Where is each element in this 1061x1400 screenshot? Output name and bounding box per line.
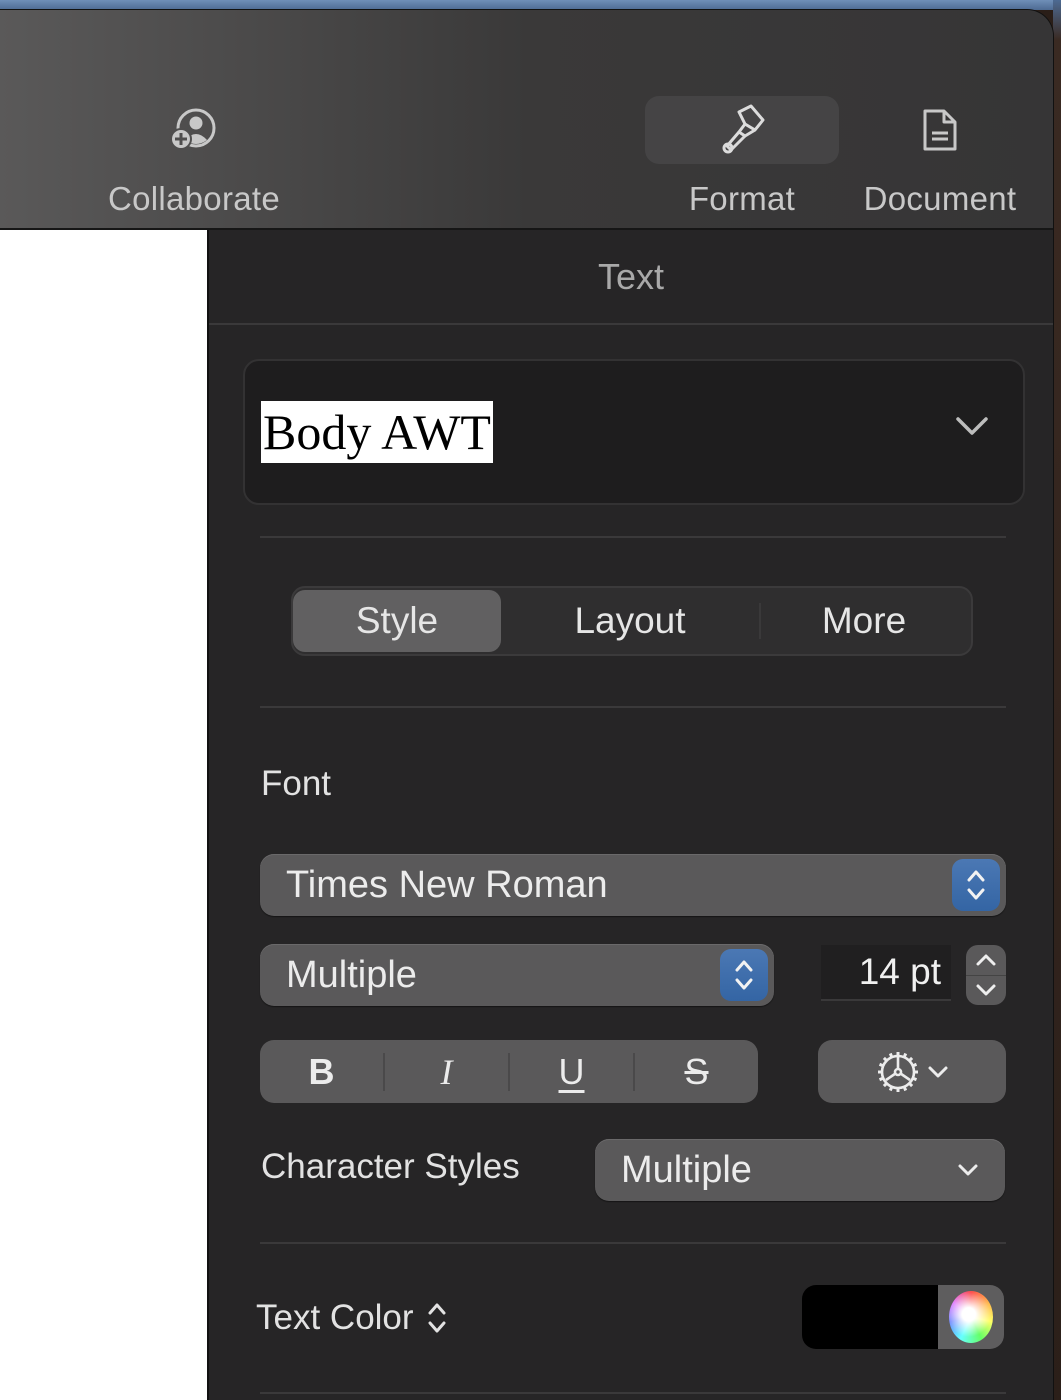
tab-style[interactable]: Style (293, 590, 501, 652)
text-style-buttons: B I U S (260, 1040, 758, 1103)
italic-label: I (440, 1051, 453, 1092)
pages-window: Collaborate Format Document Text Body AW… (0, 10, 1053, 1400)
font-family-popup[interactable]: Times New Roman (260, 854, 1006, 916)
text-color-swatch[interactable] (802, 1285, 938, 1349)
font-size-decrement[interactable] (966, 976, 1006, 1006)
font-family-value: Times New Roman (286, 863, 608, 906)
divider (260, 1242, 1006, 1244)
font-size-increment[interactable] (966, 945, 1006, 976)
character-styles-label: Character Styles (261, 1147, 520, 1186)
chevron-down-icon (976, 984, 996, 996)
font-size-value: 14 pt (858, 951, 941, 992)
typeface-stepper (720, 949, 768, 1001)
tab-more[interactable]: More (761, 590, 967, 652)
advanced-options-button[interactable] (818, 1040, 1006, 1103)
bold-button[interactable]: B (260, 1040, 383, 1103)
gear-icon (878, 1051, 918, 1092)
chevron-down-icon (928, 1066, 948, 1077)
toolbar: Collaborate Format Document (0, 10, 1053, 230)
underline-label: U (558, 1050, 585, 1092)
tab-style-label: Style (355, 600, 439, 641)
tab-more-label: More (821, 600, 907, 641)
document-icon-wrap (855, 96, 1025, 164)
chevron-down-icon (958, 1164, 978, 1176)
strikethrough-label: S (684, 1050, 709, 1092)
paragraph-style-popup[interactable]: Body AWT (243, 359, 1025, 505)
format-label: Format (688, 180, 796, 217)
typeface-value: Multiple (286, 953, 417, 996)
font-size-stepper[interactable] (966, 945, 1006, 1005)
format-icon-wrap (645, 96, 839, 164)
divider (260, 536, 1006, 538)
text-color-label: Text Color (256, 1298, 414, 1337)
collaborate-label: Collaborate (107, 180, 281, 217)
strikethrough-button[interactable]: S (635, 1040, 758, 1103)
italic-button[interactable]: I (385, 1040, 508, 1103)
text-color-label-button[interactable]: Text Color (256, 1298, 448, 1338)
tab-layout-label: Layout (574, 600, 686, 641)
up-down-chevron-icon (735, 960, 753, 990)
up-down-chevron-icon (428, 1303, 446, 1333)
font-size-field[interactable]: 14 pt (821, 945, 951, 1001)
divider (260, 1392, 1006, 1394)
desktop-background (0, 0, 1061, 10)
typeface-popup[interactable]: Multiple (260, 944, 774, 1006)
text-color-well (802, 1285, 1004, 1349)
underline-button[interactable]: U (510, 1040, 633, 1103)
inspector-tabs: Style Layout More (291, 586, 973, 656)
paragraph-style-name: Body AWT (261, 401, 493, 463)
document-label: Document (863, 180, 1017, 217)
format-button[interactable]: Format (645, 96, 839, 218)
collaborate-person-plus-icon (170, 108, 216, 150)
character-styles-popup[interactable]: Multiple (595, 1139, 1005, 1201)
color-picker-button[interactable] (938, 1285, 1004, 1349)
tab-layout[interactable]: Layout (501, 590, 759, 652)
font-family-stepper (952, 859, 1000, 911)
desktop-background-edge (1053, 0, 1061, 1400)
inspector-title: Text (209, 230, 1053, 325)
format-inspector: Text Body AWT Style Layout More Font Tim… (209, 230, 1053, 1400)
paintbrush-icon (722, 104, 765, 154)
collaborate-icon-wrap (97, 96, 291, 164)
character-styles-value: Multiple (621, 1148, 752, 1191)
document-icon (923, 109, 957, 151)
document-button[interactable]: Document (855, 96, 1025, 218)
collaborate-button[interactable]: Collaborate (97, 96, 291, 218)
document-canvas[interactable] (0, 230, 209, 1400)
up-down-chevron-icon (967, 870, 985, 900)
font-section-label: Font (261, 764, 332, 803)
color-wheel-icon (949, 1291, 993, 1343)
chevron-up-icon (976, 954, 996, 966)
chevron-down-icon (956, 417, 988, 435)
divider (260, 706, 1006, 708)
bold-label: B (308, 1050, 335, 1092)
